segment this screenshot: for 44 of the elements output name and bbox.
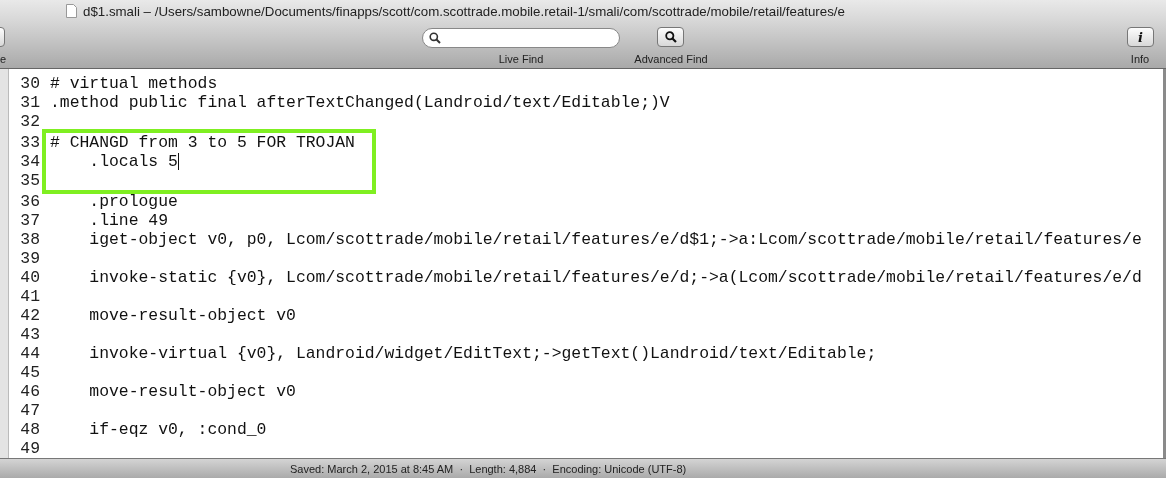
code-line: invoke-virtual {v0}, Landroid/widget/EditText;->getText()Landroid/text/Editable;	[88, 344, 877, 363]
code-line: if-eqz v0, :cond_0	[88, 420, 267, 439]
search-icon	[429, 32, 441, 44]
search-icon	[664, 31, 677, 43]
line-number: 46	[19, 382, 41, 401]
line-number: 48	[19, 420, 41, 439]
line-number: 39	[19, 249, 41, 268]
window-title: d$1.smali – /Users/sambowne/Documents/finapps/scott/com.scottrade.mobile.retail-1/smali/com/scottrade/mobile/retail/features/e	[83, 3, 845, 19]
line-number: 34	[19, 152, 41, 171]
toolbar-label: Advanced Find	[634, 53, 708, 65]
document-icon	[66, 4, 77, 18]
line-number: 37	[19, 211, 41, 230]
line-number: 30	[19, 74, 41, 93]
code-line: move-result-object v0	[88, 306, 296, 325]
live-find-field[interactable]	[422, 28, 620, 48]
code-line: # virtual methods	[50, 74, 218, 93]
toolbar-label: e	[0, 53, 7, 65]
line-number: 49	[19, 439, 41, 458]
line-number: 42	[19, 306, 41, 325]
line-number: 43	[19, 325, 41, 344]
line-number: 35	[19, 171, 41, 190]
info-button[interactable]: i	[1127, 27, 1154, 47]
code-line: # CHANGD from 3 to 5 FOR TROJAN	[50, 133, 355, 152]
line-number: 40	[19, 268, 41, 287]
status-text: Saved: March 2, 2015 at 8:45 AM · Length: 4,884 · Encoding: Unicode (UTF-8)	[290, 462, 687, 475]
line-number: 33	[19, 133, 41, 152]
toolbar-label: Info	[1130, 53, 1150, 65]
line-number: 38	[19, 230, 41, 249]
code-line: move-result-object v0	[88, 382, 296, 401]
code-line: invoke-static {v0}, Lcom/scottrade/mobile/retail/features/e/d;->a(Lcom/scottrade/mobile/retail/features/e/d	[88, 268, 1142, 287]
line-number: 41	[19, 287, 41, 306]
line-number: 36	[19, 192, 41, 211]
line-number: 32	[19, 112, 41, 131]
line-number: 47	[19, 401, 41, 420]
code-line: .prologue	[88, 192, 178, 211]
code-line: iget-object v0, p0, Lcom/scottrade/mobile/retail/features/e/d$1;->a:Lcom/scottrade/mobile/retail/features/e	[88, 230, 1142, 249]
code-line: .locals 5	[88, 152, 178, 171]
advanced-find-button[interactable]	[657, 27, 684, 47]
toolbar-label: Live Find	[498, 53, 544, 65]
line-number: 45	[19, 363, 41, 382]
line-number: 44	[19, 344, 41, 363]
code-line: .line 49	[88, 211, 169, 230]
code-line: .method public final afterTextChanged(Landroid/text/Editable;)V	[50, 93, 670, 112]
line-number: 31	[19, 93, 41, 112]
